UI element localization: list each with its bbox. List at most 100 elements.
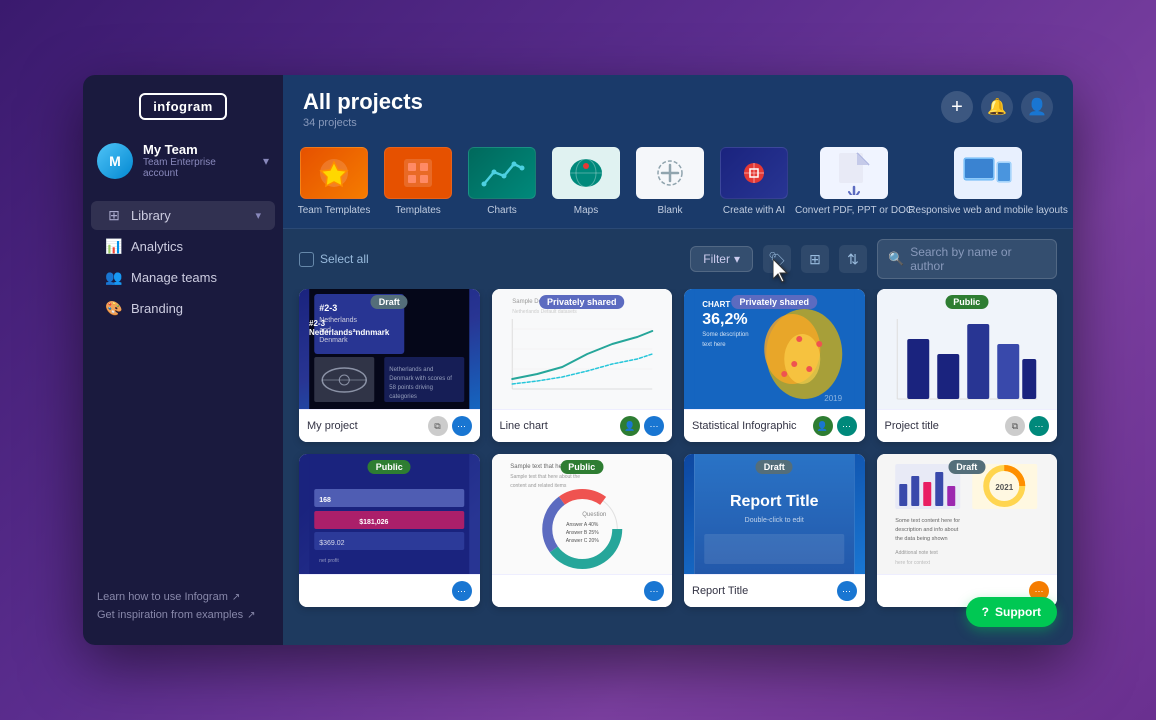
card-menu-button[interactable]: ⋯ (452, 581, 472, 601)
main-content: All projects 34 projects + 🔔 👤 Team Temp… (283, 75, 1073, 645)
project-card-report-title[interactable]: Draft Report Title (684, 454, 865, 607)
card-actions: ⋯ (452, 581, 472, 601)
template-thumb (384, 147, 452, 199)
template-thumb (468, 147, 536, 199)
branding-icon: 🎨 (105, 300, 123, 317)
user-button[interactable]: 👤 (1021, 91, 1053, 123)
card-share-button[interactable]: 👤 (620, 416, 640, 436)
learn-label: Learn how to use Infogram (97, 591, 228, 603)
card-badge: Privately shared (539, 295, 625, 309)
svg-text:#2-3: #2-3 (319, 303, 337, 313)
filter-button[interactable]: Filter ▾ (690, 246, 753, 272)
card-copy-button[interactable]: ⧉ (428, 416, 448, 436)
template-item-charts[interactable]: Charts (467, 147, 537, 216)
card-actions: ⧉ ⋯ (428, 416, 472, 436)
template-thumb (954, 147, 1022, 199)
svg-text:Answer C 20%: Answer C 20% (565, 538, 599, 544)
template-item-maps[interactable]: Maps (551, 147, 621, 216)
svg-text:168: 168 (319, 497, 331, 504)
card-footer: Statistical Infographic 👤 ⋯ (684, 409, 865, 442)
card-menu-button[interactable]: ⋯ (837, 581, 857, 601)
page-title: All projects (303, 89, 423, 115)
svg-text:$181,026: $181,026 (359, 519, 388, 526)
card-badge: Public (368, 460, 411, 474)
project-card-public-2[interactable]: Public Sample text that here Sample text… (492, 454, 673, 607)
avatar: M (97, 143, 133, 179)
template-item-team-templates[interactable]: Team Templates (299, 147, 369, 216)
sidebar-logo: infogram (83, 75, 283, 132)
team-selector[interactable]: M My Team Team Enterprise account ▾ (83, 132, 283, 189)
team-sub: Team Enterprise account (143, 157, 253, 179)
card-actions: ⧉ ⋯ (1005, 416, 1049, 436)
svg-text:Report Title: Report Title (730, 493, 819, 510)
sidebar-item-manage-teams[interactable]: 👥 Manage teams (91, 263, 275, 292)
sidebar-item-analytics[interactable]: 📊 Analytics (91, 232, 275, 261)
project-card-line-chart[interactable]: Privately shared Sample Default Netherla… (492, 289, 673, 442)
project-card-my-project[interactable]: Draft #2-3 Netherlands and Denmark (299, 289, 480, 442)
arrow-icon: ↗ (232, 592, 240, 603)
search-icon: 🔍 (888, 251, 904, 267)
template-thumb (820, 147, 888, 199)
notifications-button[interactable]: 🔔 (981, 91, 1013, 123)
card-menu-button[interactable]: ⋯ (644, 581, 664, 601)
arrow-icon: ↗ (247, 610, 255, 621)
template-item-blank[interactable]: Blank (635, 147, 705, 216)
card-badge: Privately shared (731, 295, 817, 309)
sidebar-item-branding[interactable]: 🎨 Branding (91, 294, 275, 323)
template-item-responsive[interactable]: Responsive web and mobile layouts (919, 147, 1057, 216)
support-button[interactable]: ? Support (966, 597, 1057, 627)
add-button[interactable]: + (941, 91, 973, 123)
header-left: All projects 34 projects (303, 89, 423, 129)
template-thumb (552, 147, 620, 199)
template-thumb (720, 147, 788, 199)
support-icon: ? (982, 605, 989, 619)
project-card-project-title[interactable]: Public Pr (877, 289, 1058, 442)
main-header: All projects 34 projects + 🔔 👤 (283, 75, 1073, 139)
inspire-link[interactable]: Get inspiration from examples ↗ (97, 609, 269, 621)
learn-link[interactable]: Learn how to use Infogram ↗ (97, 591, 269, 603)
svg-text:Some description: Some description (702, 332, 748, 338)
project-count: 34 projects (303, 117, 423, 129)
template-item-create-ai[interactable]: Create with AI (719, 147, 789, 216)
card-menu-button[interactable]: ⋯ (837, 416, 857, 436)
card-menu-button[interactable]: ⋯ (1029, 416, 1049, 436)
analytics-icon: 📊 (105, 238, 123, 255)
card-badge: Draft (756, 460, 793, 474)
select-all-checkbox[interactable] (299, 252, 314, 267)
library-icon: ⊞ (105, 207, 123, 224)
search-box[interactable]: 🔍 Search by name or author (877, 239, 1057, 279)
project-card-public-1[interactable]: Public 168 $181,026 $369.02 net profit (299, 454, 480, 607)
card-copy-button[interactable]: ⧉ (1005, 416, 1025, 436)
svg-text:2019: 2019 (824, 394, 842, 403)
svg-text:Double-click to edit: Double-click to edit (745, 517, 804, 524)
template-item-convert-pdf[interactable]: Convert PDF, PPT or DOC (803, 147, 905, 216)
card-menu-button[interactable]: ⋯ (452, 416, 472, 436)
card-menu-button[interactable]: ⋯ (644, 416, 664, 436)
template-label: Blank (657, 205, 682, 216)
template-label: Charts (487, 205, 516, 216)
teams-icon: 👥 (105, 269, 123, 286)
svg-text:$369.02: $369.02 (319, 540, 344, 547)
template-label: Team Templates (298, 205, 371, 216)
select-all-wrap: Select all (299, 252, 369, 267)
template-label: Maps (574, 205, 598, 216)
sort-button[interactable]: ⇅ (839, 245, 867, 273)
svg-text:Additional note text: Additional note text (895, 550, 938, 556)
project-card-statistical-infographic[interactable]: Privately shared CHART TITLE 36,2% Some … (684, 289, 865, 442)
sidebar-item-label: Analytics (131, 239, 261, 254)
card-share-button[interactable]: 👤 (813, 416, 833, 436)
template-item-templates[interactable]: Templates (383, 147, 453, 216)
sidebar-item-library[interactable]: ⊞ Library ▾ (91, 201, 275, 230)
tag-button[interactable]: 🏷 (763, 245, 791, 273)
template-label: Convert PDF, PPT or DOC (795, 205, 913, 216)
card-actions: ⋯ (837, 581, 857, 601)
svg-text:net profit: net profit (319, 558, 339, 564)
grid-view-button[interactable]: ⊞ (801, 245, 829, 273)
filter-label: Filter (703, 252, 730, 266)
svg-text:description and info about: description and info about (895, 527, 958, 533)
sidebar-nav: ⊞ Library ▾ 📊 Analytics 👥 Manage teams 🎨… (83, 199, 283, 325)
chevron-down-icon: ▾ (734, 252, 740, 266)
card-title: Project title (885, 420, 1006, 432)
project-card-draft-1[interactable]: Draft Some text content here for descrip… (877, 454, 1058, 607)
svg-text:Netherlands Default datasets: Netherlands Default datasets (512, 309, 577, 315)
